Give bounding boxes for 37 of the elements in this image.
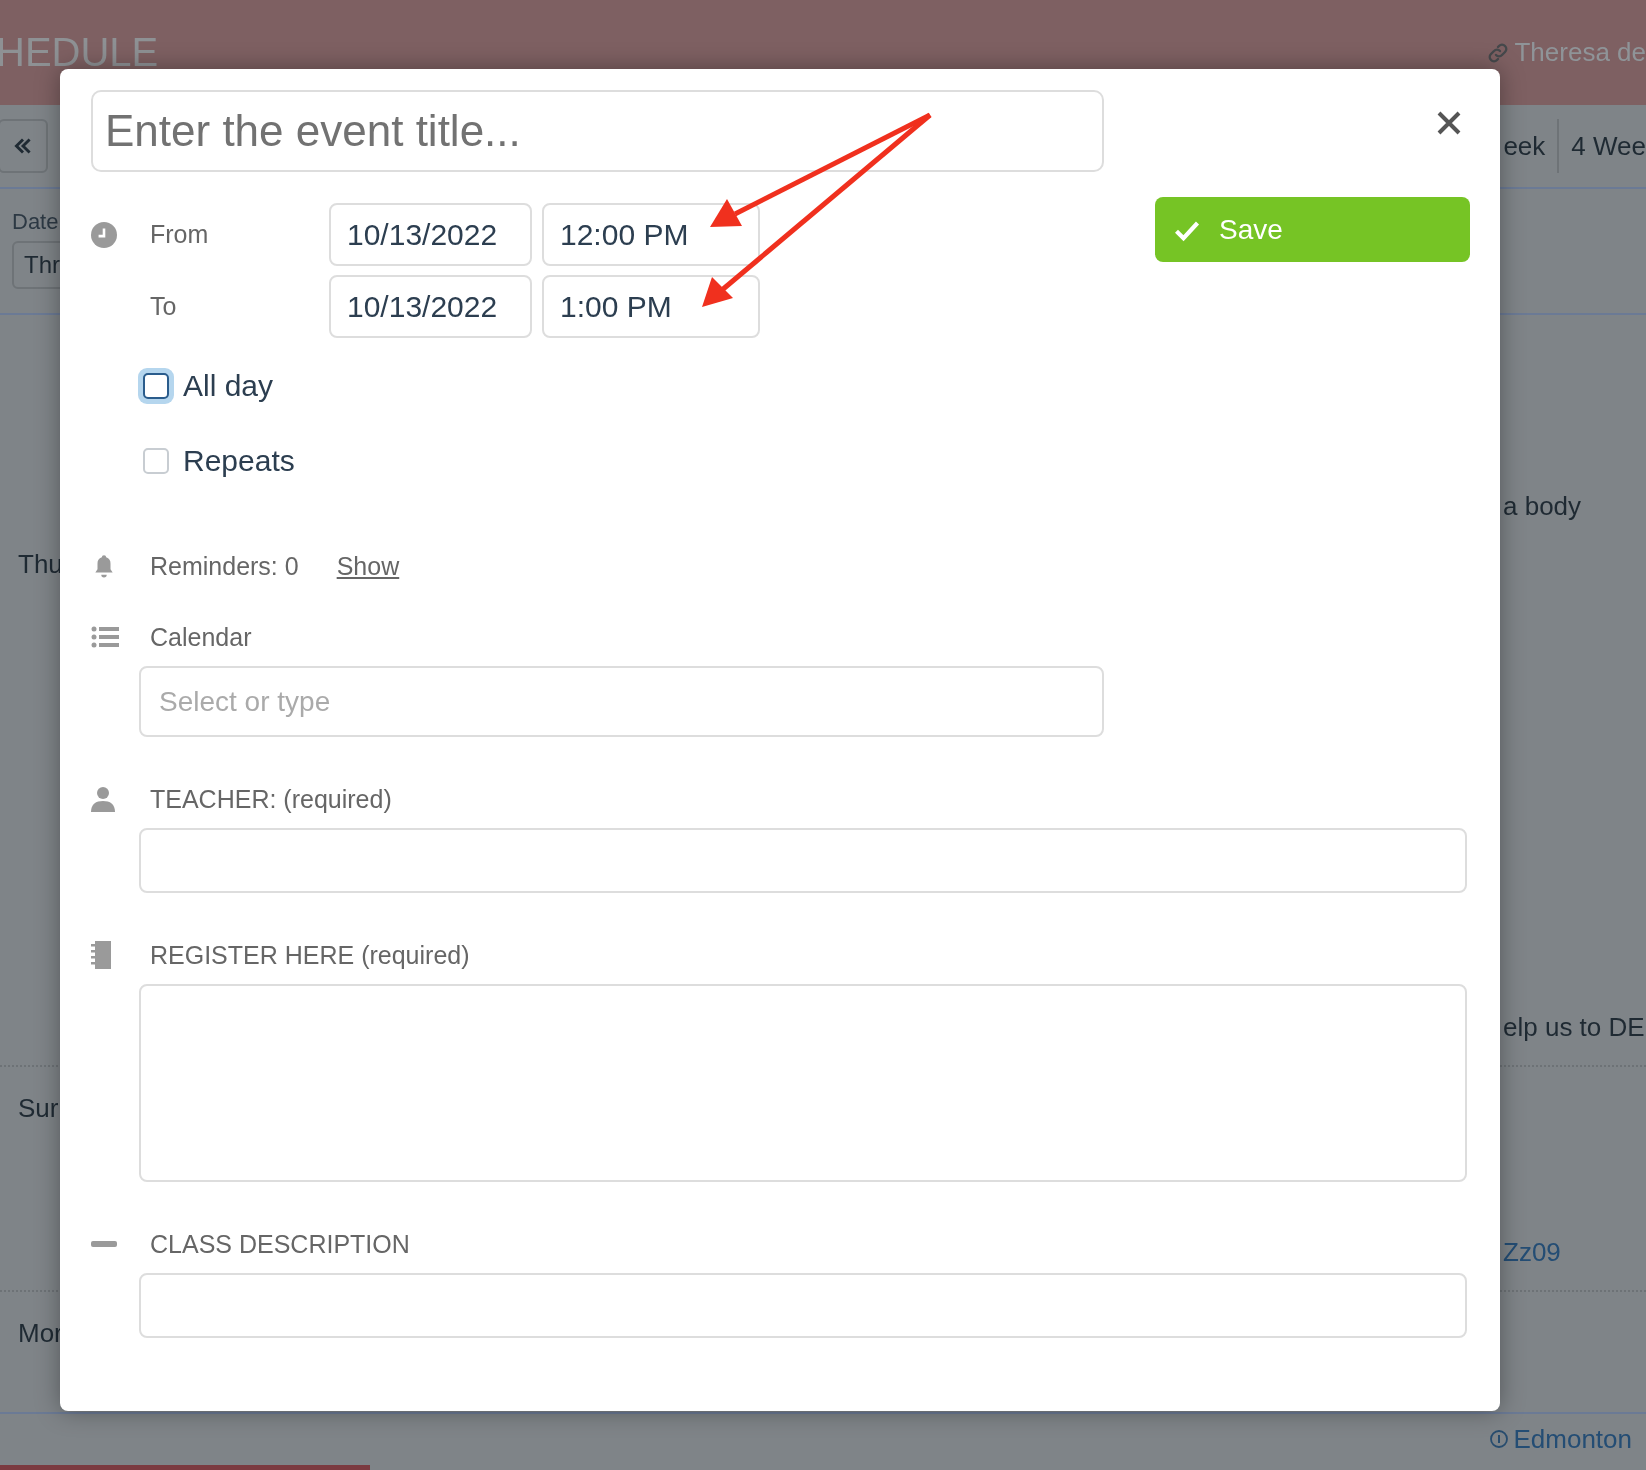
field-label: REGISTER HERE (required) xyxy=(149,940,470,970)
clock-icon xyxy=(91,221,117,248)
checkbox-label: Repeats xyxy=(183,444,295,478)
person-icon xyxy=(91,786,115,812)
list-icon xyxy=(91,625,119,649)
text-area[interactable] xyxy=(139,984,1467,1182)
date-label: Date xyxy=(12,208,59,235)
back-button[interactable] xyxy=(0,119,48,173)
field-label: CLASS DESCRIPTION xyxy=(149,1229,410,1259)
time-field[interactable]: 12:00 PM xyxy=(542,203,760,266)
time-label: From xyxy=(149,220,210,249)
text-field[interactable] xyxy=(139,1273,1467,1338)
text-field[interactable] xyxy=(139,828,1467,893)
event-title-field[interactable]: Enter the event title... xyxy=(91,90,1104,172)
field-label: TEACHER: (required) xyxy=(149,784,392,814)
checkbox-label: All day xyxy=(183,369,274,403)
save-button[interactable]: Save xyxy=(1155,197,1470,262)
time-field[interactable]: 1:00 PM xyxy=(542,275,760,338)
reminders-text: Reminders: 0 xyxy=(149,551,299,581)
date-field[interactable]: 10/13/2022 xyxy=(329,275,532,338)
view-tab[interactable]: 4 Wee xyxy=(1557,119,1646,173)
info-icon xyxy=(1489,1429,1510,1449)
date-field[interactable]: 10/13/2022 xyxy=(329,203,532,266)
show-link[interactable]: Show xyxy=(336,551,400,581)
event-text: elp us to DE xyxy=(1503,1012,1646,1043)
dash-icon xyxy=(91,1241,117,1247)
notebook-icon xyxy=(91,941,111,969)
day-label: Mor xyxy=(17,1318,63,1350)
time-label: To xyxy=(149,292,178,321)
field-label: Calendar xyxy=(149,622,252,652)
calendar-select[interactable]: Select or type xyxy=(139,666,1104,737)
double-chevron-icon xyxy=(12,135,34,157)
timezone-link[interactable]: Edmonton xyxy=(1513,1423,1632,1455)
event-text: a body xyxy=(1503,491,1583,522)
view-tab[interactable]: eek xyxy=(1503,119,1558,173)
day-label: Sur xyxy=(17,1093,59,1125)
event-link[interactable]: Zz09 xyxy=(1503,1237,1646,1268)
